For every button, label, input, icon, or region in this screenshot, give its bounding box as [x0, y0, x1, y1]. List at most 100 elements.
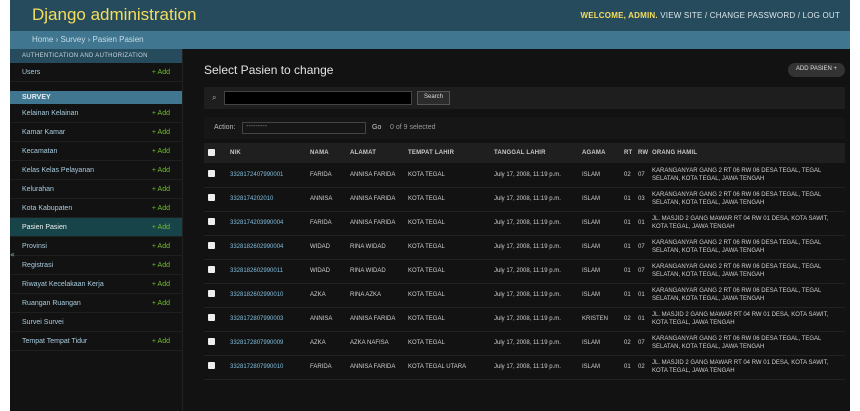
column-header[interactable]: NAMA	[306, 143, 346, 163]
table-row[interactable]: 3328172807990003 ANNISA ANNISA FARIDA KOTA …	[204, 307, 845, 332]
checkbox-icon[interactable]	[208, 290, 215, 297]
record-link[interactable]: 3328172407990001	[230, 172, 283, 178]
record-link[interactable]: 3328174203990004	[230, 220, 283, 226]
nik-link[interactable]: 3328182602990011	[226, 259, 306, 284]
column-header[interactable]: TEMPAT LAHIR	[404, 143, 490, 163]
table-row[interactable]: 3328172807990010 FARIDA ANNISA FARIDA KOTA …	[204, 355, 845, 380]
checkbox-icon[interactable]	[208, 362, 215, 369]
sidebar-add-link[interactable]: + Add	[152, 69, 170, 76]
table-row[interactable]: 3328182602990011 WIDAD RINA WIDAD KOTA TEGA…	[204, 259, 845, 284]
sidebar-item-label[interactable]: Pasien Pasien	[22, 224, 67, 231]
sidebar-item-label[interactable]: Provinsi	[22, 243, 47, 250]
nik-link[interactable]: 3328182602990004	[226, 235, 306, 260]
checkbox-icon[interactable]	[208, 338, 215, 345]
change-password-link[interactable]: CHANGE PASSWORD	[710, 11, 796, 20]
sidebar-item-label[interactable]: Registrasi	[22, 262, 53, 269]
nik-link[interactable]: 3328182602990010	[226, 283, 306, 308]
table-row[interactable]: 3328182602990004 WIDAD RINA WIDAD KOTA TEGA…	[204, 235, 845, 260]
sidebar-item-label[interactable]: Kelas Kelas Pelayanan	[22, 167, 94, 174]
record-link[interactable]: 3328182602990004	[230, 244, 283, 250]
sidebar-item[interactable]: Kamar Kamar + Add	[10, 123, 182, 142]
sidebar-item-label[interactable]: Kelurahan	[22, 186, 54, 193]
row-checkbox[interactable]	[204, 235, 226, 260]
sidebar-item[interactable]: Kelurahan + Add	[10, 180, 182, 199]
sidebar-add-link[interactable]: + Add	[152, 148, 170, 155]
checkbox-icon[interactable]	[208, 314, 215, 321]
checkbox-icon[interactable]	[208, 218, 215, 225]
row-checkbox[interactable]	[204, 283, 226, 308]
sidebar-item-label[interactable]: Riwayat Kecelakaan Kerja	[22, 281, 104, 288]
go-button[interactable]: Go	[372, 124, 381, 131]
sidebar-item-label[interactable]: Kota Kabupaten	[22, 205, 72, 212]
sidebar-add-link[interactable]: + Add	[152, 281, 170, 288]
checkbox-icon[interactable]	[208, 266, 215, 273]
sidebar-item-label[interactable]: Ruangan Ruangan	[22, 300, 81, 307]
action-select[interactable]: ---------	[242, 122, 366, 134]
sidebar-item[interactable]: Ruangan Ruangan + Add	[10, 294, 182, 313]
add-pasien-button[interactable]: ADD PASIEN +	[787, 63, 845, 77]
nik-link[interactable]: 3328172807990009	[226, 331, 306, 356]
sidebar-item[interactable]: Tempat Tempat Tidur + Add	[10, 332, 182, 351]
column-header[interactable]: ORANG HAMIL	[648, 143, 845, 163]
sidebar-item-label[interactable]: Kecamatan	[22, 148, 57, 155]
record-link[interactable]: 3328172807990009	[230, 340, 283, 346]
record-link[interactable]: 3328172807990010	[230, 364, 283, 370]
row-checkbox[interactable]	[204, 331, 226, 356]
sidebar-item[interactable]: Kecamatan + Add	[10, 142, 182, 161]
sidebar-item[interactable]: Provinsi + Add	[10, 237, 182, 256]
sidebar-item-label[interactable]: Survei Survei	[22, 319, 64, 326]
sidebar-item-label[interactable]: Kelainan Kelainan	[22, 110, 78, 117]
row-checkbox[interactable]	[204, 259, 226, 284]
sidebar-add-link[interactable]: + Add	[152, 129, 170, 136]
sidebar-item[interactable]: Survei Survei	[10, 313, 182, 332]
sidebar-add-link[interactable]: + Add	[152, 243, 170, 250]
select-all-checkbox[interactable]	[204, 143, 226, 163]
sidebar-item[interactable]: Kelas Kelas Pelayanan + Add	[10, 161, 182, 180]
sidebar-add-link[interactable]: + Add	[152, 110, 170, 117]
record-link[interactable]: 3328174202010	[230, 196, 273, 202]
checkbox-icon[interactable]	[208, 242, 215, 249]
sidebar-item[interactable]: Pasien Pasien + Add	[10, 218, 182, 237]
sidebar-toggle-icon[interactable]: «	[10, 250, 19, 268]
sidebar-item-label[interactable]: Tempat Tempat Tidur	[22, 338, 87, 345]
sidebar-item-label[interactable]: Kamar Kamar	[22, 129, 65, 136]
column-header[interactable]: AGAMA	[578, 143, 620, 163]
column-header[interactable]: TANGGAL LAHIR	[490, 143, 578, 163]
sidebar-add-link[interactable]: + Add	[152, 338, 170, 345]
nik-link[interactable]: 3328174202010	[226, 187, 306, 212]
sidebar-item[interactable]: Kota Kabupaten + Add	[10, 199, 182, 218]
record-link[interactable]: 3328172807990003	[230, 316, 283, 322]
table-row[interactable]: 3328182602990010 AZKA RINA AZKA KOTA TEGAL J…	[204, 283, 845, 308]
column-header[interactable]: ALAMAT	[346, 143, 404, 163]
column-header[interactable]: RT	[620, 143, 634, 163]
sidebar-add-link[interactable]: + Add	[152, 205, 170, 212]
search-input[interactable]	[224, 91, 412, 105]
search-button[interactable]: Search	[417, 91, 451, 105]
column-header[interactable]: NIK	[226, 143, 306, 163]
sidebar-item[interactable]: Registrasi + Add	[10, 256, 182, 275]
sidebar-item[interactable]: Users + Add	[10, 63, 182, 82]
record-link[interactable]: 3328182602990010	[230, 292, 283, 298]
sidebar-add-link[interactable]: + Add	[152, 167, 170, 174]
sidebar-add-link[interactable]: + Add	[152, 300, 170, 307]
nik-link[interactable]: 3328172407990001	[226, 163, 306, 188]
checkbox-icon[interactable]	[208, 169, 215, 177]
sidebar-item[interactable]: Riwayat Kecelakaan Kerja + Add	[10, 275, 182, 294]
breadcrumb[interactable]: Home › Survey › Pasien Pasien	[32, 35, 144, 44]
auth-module-caption[interactable]: AUTHENTICATION AND AUTHORIZATION	[10, 49, 182, 63]
record-link[interactable]: 3328182602990011	[230, 268, 283, 274]
sidebar-item-label[interactable]: Users	[22, 69, 40, 76]
nik-link[interactable]: 3328174203990004	[226, 211, 306, 236]
view-site-link[interactable]: VIEW SITE	[660, 11, 702, 20]
row-checkbox[interactable]	[204, 187, 226, 212]
nik-link[interactable]: 3328172807990003	[226, 307, 306, 332]
row-checkbox[interactable]	[204, 163, 226, 188]
table-row[interactable]: 3328174203990004 FARIDA ANNISA FARIDA KOTA …	[204, 211, 845, 236]
survey-module-caption[interactable]: SURVEY	[10, 91, 182, 104]
checkbox-icon[interactable]	[208, 148, 215, 156]
table-row[interactable]: 3328172807990009 AZKA AZKA NAFISA KOTA TEGA…	[204, 331, 845, 356]
site-brand[interactable]: Django administration	[32, 5, 196, 25]
logout-link[interactable]: LOG OUT	[803, 11, 840, 20]
sidebar-add-link[interactable]: + Add	[152, 262, 170, 269]
sidebar-item[interactable]: Kelainan Kelainan + Add	[10, 104, 182, 123]
